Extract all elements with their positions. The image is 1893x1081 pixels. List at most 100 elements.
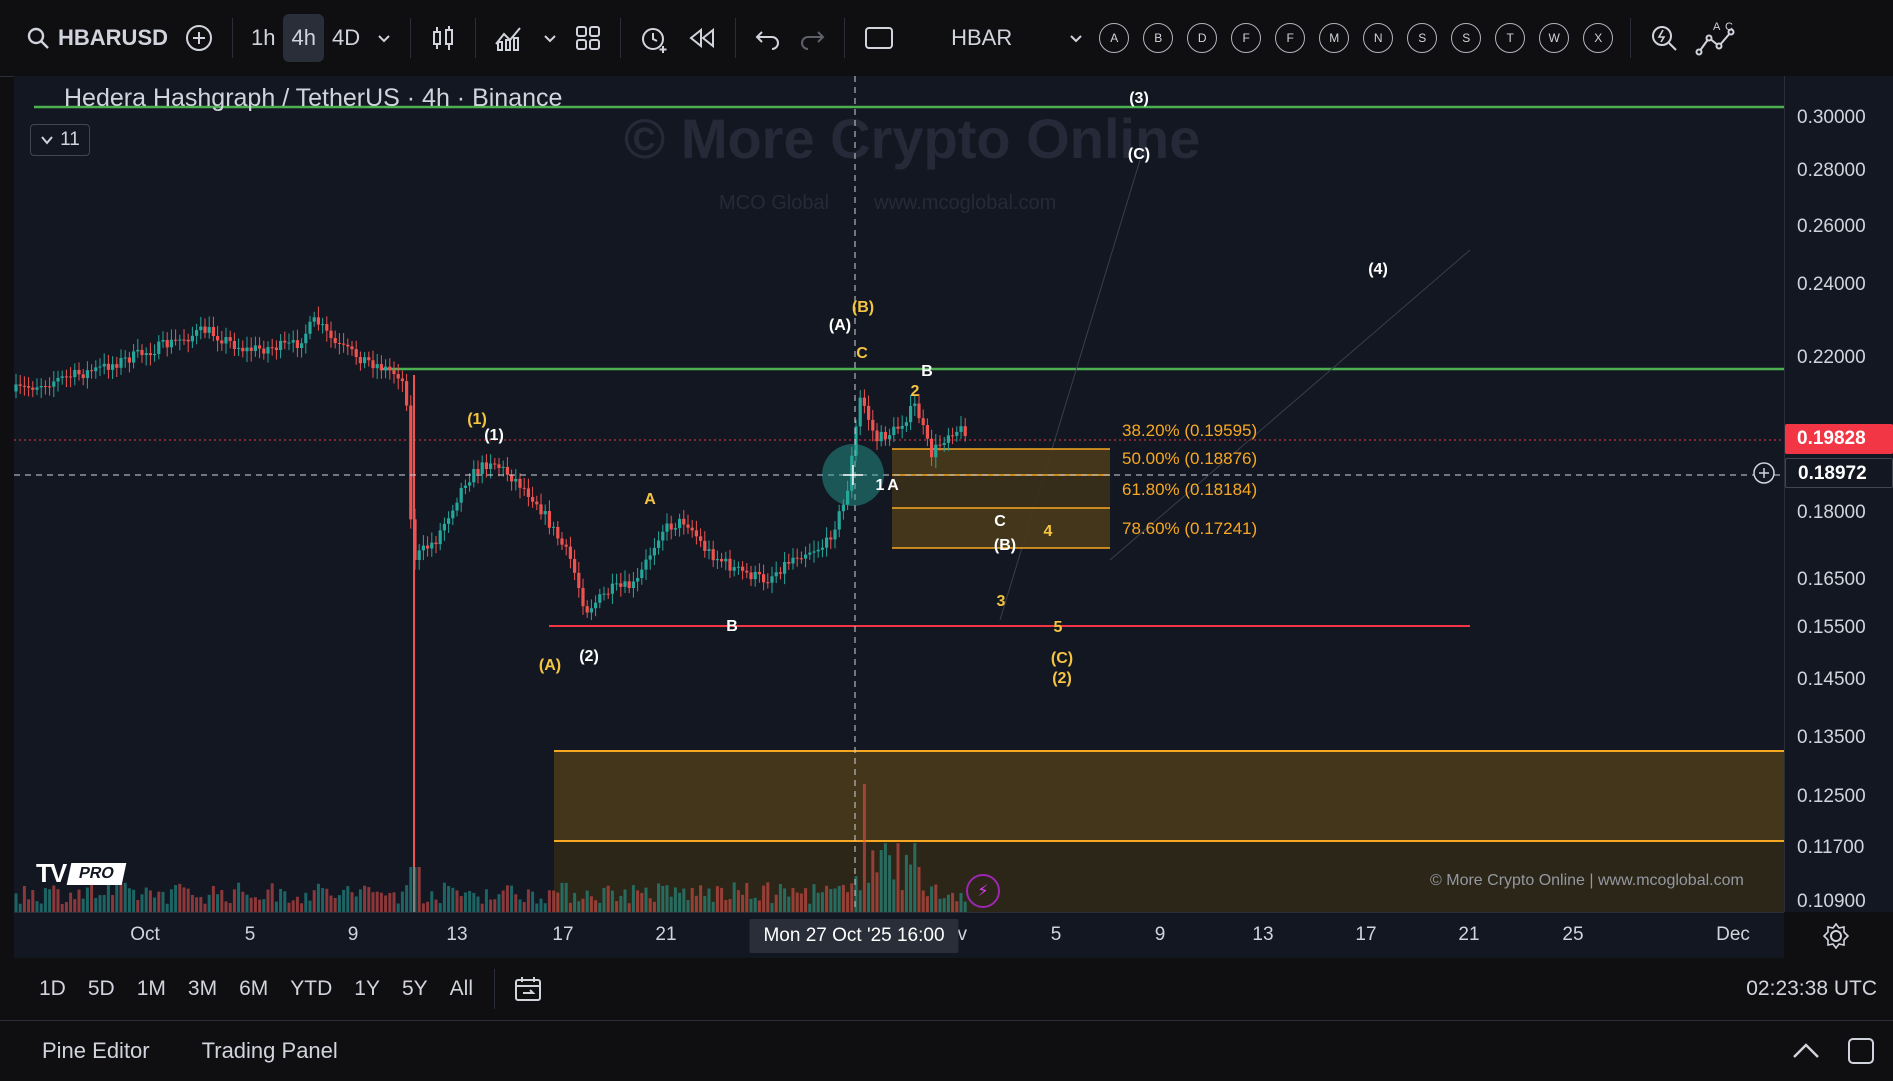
candle-body: [585, 606, 589, 613]
candle-body: [577, 572, 581, 589]
chevron-up-icon[interactable]: [1790, 1041, 1822, 1061]
candle-body: [144, 353, 148, 356]
template-button-d[interactable]: D: [1187, 23, 1218, 53]
chart-pane[interactable]: © More Crypto Online MCO Global www.mcog…: [14, 76, 1784, 912]
candle-body: [623, 581, 627, 587]
undo-button[interactable]: [746, 14, 790, 62]
chart-type-button[interactable]: [421, 14, 465, 62]
lightning-icon[interactable]: ⚡: [966, 874, 1000, 908]
timeframe-4h[interactable]: 4h: [283, 14, 324, 62]
candle-body: [543, 511, 547, 515]
template-button-s[interactable]: S: [1407, 23, 1438, 53]
volume-bar: [720, 887, 724, 912]
maximize-panel-icon[interactable]: [1846, 1036, 1876, 1066]
wave-label: (1): [484, 427, 504, 444]
add-symbol-button[interactable]: [176, 14, 222, 62]
volume-bar: [648, 898, 652, 912]
range-5y[interactable]: 5Y: [391, 977, 439, 1001]
volume-bar: [959, 893, 963, 912]
template-button-m[interactable]: M: [1319, 23, 1350, 53]
candle-body: [430, 542, 434, 549]
candle-body: [518, 478, 522, 488]
volume-bar: [39, 903, 43, 912]
volume-bar: [909, 864, 913, 912]
layout-symbol-dropdown[interactable]: [1060, 14, 1092, 62]
range-1d[interactable]: 1D: [28, 977, 77, 1001]
template-button-s[interactable]: S: [1451, 23, 1482, 53]
template-button-f[interactable]: F: [1275, 23, 1306, 53]
time-axis[interactable]: Oct59131721ov5913172125Dec Mon 27 Oct '2…: [14, 912, 1850, 959]
template-button-f[interactable]: F: [1231, 23, 1262, 53]
candle-body: [60, 376, 64, 378]
candle-body: [783, 562, 787, 574]
time-axis-label: 17: [1355, 924, 1377, 945]
add-alert-plus-icon[interactable]: [1751, 460, 1777, 486]
candle-body: [384, 366, 388, 371]
candle-body: [316, 317, 320, 325]
go-to-date-button[interactable]: [505, 965, 551, 1013]
pine-editor-tab[interactable]: Pine Editor: [0, 1038, 150, 1064]
candle-body: [379, 364, 383, 371]
volume-bar: [60, 903, 64, 912]
alert-button[interactable]: [631, 14, 679, 62]
wave-label: (C): [1128, 146, 1150, 163]
price-axis[interactable]: 0.30000 0.28000 0.26000 0.24000 0.22000 0.180…: [1753, 76, 1893, 912]
quick-search-button[interactable]: [1641, 14, 1687, 62]
volume-bar: [253, 897, 257, 912]
volume-bar: [552, 890, 556, 912]
timeframe-1h[interactable]: 1h: [243, 14, 283, 62]
timeframe-dropdown[interactable]: [368, 14, 400, 62]
search-icon: [27, 27, 49, 49]
collapse-legend-button[interactable]: 11: [30, 124, 90, 156]
candle-body: [547, 511, 551, 528]
candle-body: [610, 583, 614, 594]
range-1m[interactable]: 1M: [126, 977, 177, 1001]
indicators-dropdown[interactable]: [534, 14, 566, 62]
layout-symbol[interactable]: HBAR: [943, 14, 1020, 62]
candle-body: [52, 381, 56, 387]
volume-bar: [766, 882, 770, 912]
range-1y[interactable]: 1Y: [343, 977, 391, 1001]
range-ytd[interactable]: YTD: [279, 977, 343, 1001]
volume-bar: [308, 900, 312, 912]
candle-body: [732, 567, 736, 571]
volume-bar: [963, 901, 967, 912]
template-button-w[interactable]: W: [1539, 23, 1570, 53]
candle-body: [526, 488, 530, 497]
rewind-icon: [689, 27, 715, 49]
range-3m[interactable]: 3M: [177, 977, 228, 1001]
volume-bar: [371, 892, 375, 912]
volume-bar: [501, 890, 505, 912]
template-button-t[interactable]: T: [1495, 23, 1526, 53]
candle-body: [224, 337, 228, 344]
range-all[interactable]: All: [439, 977, 484, 1001]
template-button-b[interactable]: B: [1143, 23, 1174, 53]
demand-zone-upper: [554, 751, 1784, 841]
redo-button[interactable]: [790, 14, 834, 62]
template-button-a[interactable]: A: [1099, 23, 1130, 53]
settings-gear-icon[interactable]: [1822, 922, 1850, 950]
fullscreen-button[interactable]: [855, 14, 903, 62]
candle-body: [325, 324, 329, 331]
trading-panel-tab[interactable]: Trading Panel: [150, 1038, 338, 1064]
utc-clock[interactable]: 02:23:38 UTC: [1746, 977, 1877, 1001]
timeframe-4d[interactable]: 4D: [324, 14, 368, 62]
price-axis-label: 0.30000: [1797, 107, 1866, 128]
layout-button[interactable]: [566, 14, 610, 62]
range-6m[interactable]: 6M: [228, 977, 279, 1001]
indicators-button[interactable]: [486, 14, 534, 62]
volume-bar: [917, 867, 921, 912]
range-5d[interactable]: 5D: [77, 977, 126, 1001]
replay-button[interactable]: [679, 14, 725, 62]
template-button-n[interactable]: N: [1363, 23, 1394, 53]
candle-body: [388, 366, 392, 371]
candle-body: [455, 502, 459, 511]
drawing-tools-button[interactable]: AC: [1687, 14, 1747, 62]
template-button-x[interactable]: X: [1583, 23, 1614, 53]
volume-bar: [442, 882, 446, 912]
volume-bar: [871, 850, 875, 912]
candle-body: [48, 386, 52, 388]
symbol-search[interactable]: HBARUSD: [0, 14, 176, 62]
price-chart[interactable]: 38.20% (0.19595) 50.00% (0.18876) 61.80% (…: [14, 76, 1784, 912]
candle-body: [804, 554, 808, 559]
